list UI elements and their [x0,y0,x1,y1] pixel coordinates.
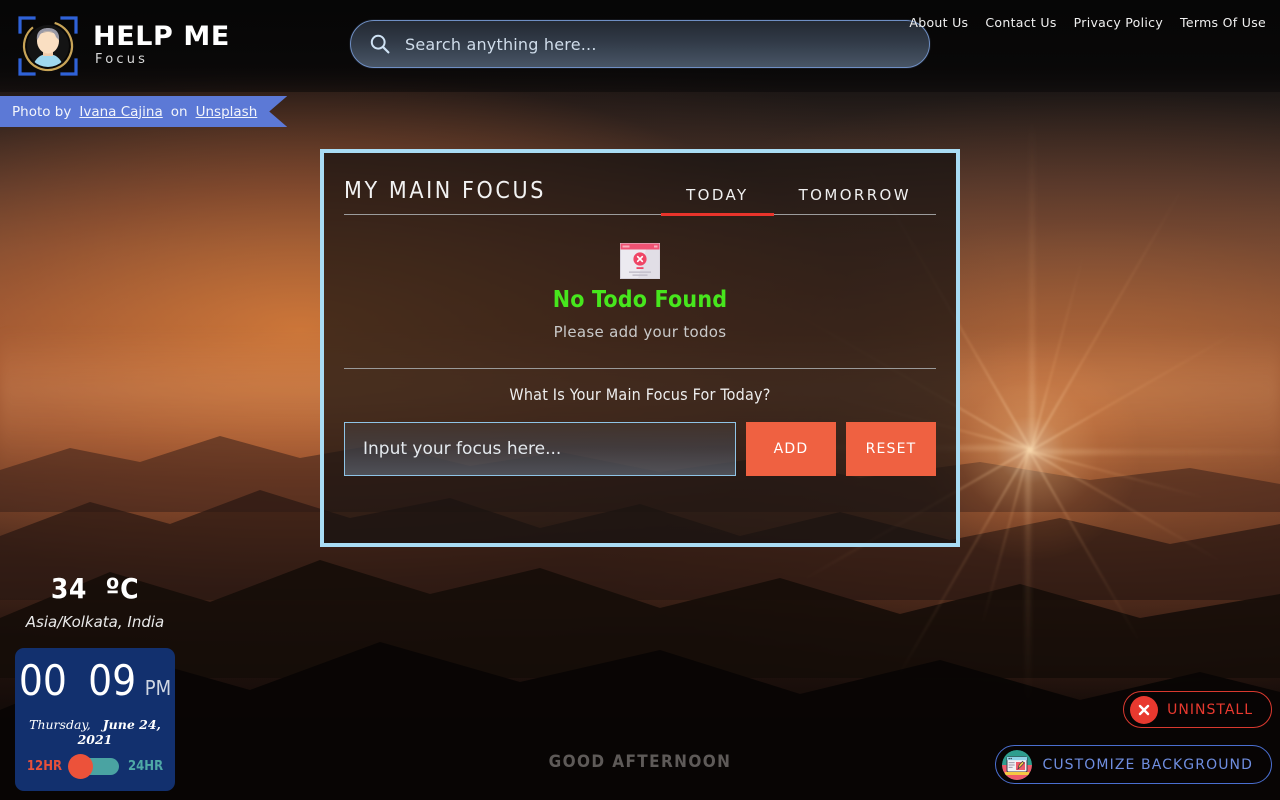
clock-meridiem: PM [144,676,172,700]
focus-entry-row: ADD RESET [344,422,936,476]
card-header: MY MAIN FOCUS TODAY TOMORROW [344,153,936,216]
card-divider [344,368,936,369]
reset-button[interactable]: RESET [846,422,936,476]
photo-credit-banner: Photo by Ivana Cajina on Unsplash [0,96,287,127]
brand-logo[interactable]: HELP ME Focus [14,12,230,80]
customize-background-label: CUSTOMIZE BACKGROUND [1042,756,1253,773]
clock-time: 00 09 PM [15,660,175,702]
lens-flare [730,120,1280,700]
clock-hours: 00 [18,656,67,705]
search-input[interactable] [405,34,911,54]
clock-minutes: 09 [88,656,137,705]
brand-subtitle: Focus [95,51,149,67]
no-todo-window-error-icon [620,243,660,279]
nav-link-terms-of-use[interactable]: Terms Of Use [1180,15,1266,30]
credit-source-link[interactable]: Unsplash [196,104,258,120]
top-header-bar: HELP ME Focus About Us Contact Us Privac… [0,0,1280,92]
clock-date: Thursday, June 24, 2021 [15,717,175,747]
person-focus-frame-icon [14,12,82,80]
temperature-reading: 34 ºC [0,572,190,605]
nav-link-contact-us[interactable]: Contact Us [985,15,1056,30]
focus-prompt-label: What Is Your Main Focus For Today? [509,385,771,404]
uninstall-label: UNINSTALL [1167,701,1253,718]
nav-link-about-us[interactable]: About Us [909,15,968,30]
focus-tabs: TODAY TOMORROW [661,186,936,216]
close-circle-icon [1130,695,1159,724]
focus-input[interactable] [344,422,736,476]
customize-background-icon [1002,749,1033,780]
uninstall-button[interactable]: UNINSTALL [1123,691,1272,728]
page-title: MY MAIN FOCUS [344,178,546,204]
nav-link-privacy-policy[interactable]: Privacy Policy [1074,15,1163,30]
weather-widget: 34 ºC Asia/Kolkata, India [0,572,190,631]
temperature-unit: ºC [105,572,140,605]
empty-state: No Todo Found Please add your todos [344,215,936,341]
credit-middle: on [170,103,188,120]
customize-background-button[interactable]: CUSTOMIZE BACKGROUND [995,745,1272,784]
empty-state-title: No Todo Found [552,287,728,313]
clock-weekday: Thursday, [29,717,91,732]
header-nav-links: About Us Contact Us Privacy Policy Terms… [909,15,1266,30]
brand-title: HELP ME [93,20,230,52]
clock-date-value: June 24, 2021 [77,717,161,747]
weather-location: Asia/Kolkata, India [25,613,165,631]
tab-tomorrow[interactable]: TOMORROW [774,186,936,214]
credit-prefix: Photo by [12,103,72,120]
search-bar[interactable] [350,20,930,68]
tab-today[interactable]: TODAY [661,186,774,216]
empty-state-subtitle: Please add your todos [553,323,727,341]
main-focus-card: MY MAIN FOCUS TODAY TOMORROW No Todo Fou… [320,149,960,547]
add-button[interactable]: ADD [746,422,836,476]
temperature-value: 34 [50,572,87,605]
search-icon [369,33,391,55]
credit-author-link[interactable]: Ivana Cajina [79,104,162,120]
